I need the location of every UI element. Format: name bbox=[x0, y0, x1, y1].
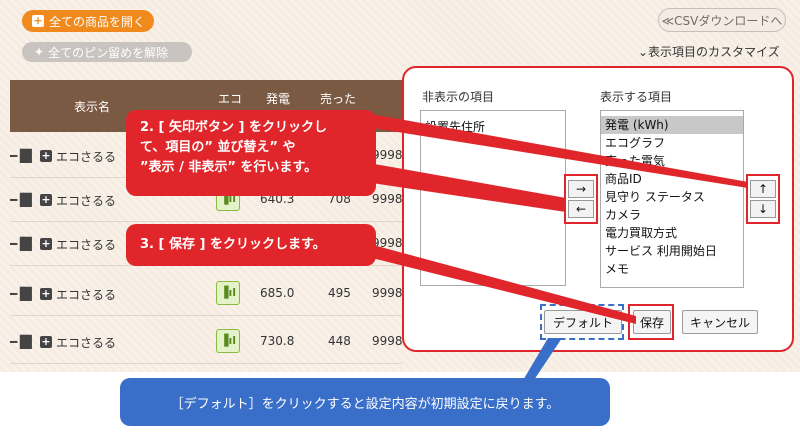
step2-callout: 2. [ 矢印ボタン ] をクリックし て、項目の” 並び替え” や ”表示 /… bbox=[126, 110, 376, 196]
step3-callout: 3. [ 保存 ] をクリックします。 bbox=[126, 224, 376, 266]
annotation-arrows bbox=[340, 112, 748, 386]
pointer-to-leftright bbox=[352, 160, 566, 212]
step2-line2: て、項目の” 並び替え” や bbox=[140, 140, 296, 155]
pointer-to-save bbox=[340, 236, 636, 324]
step2-line1: 2. [ 矢印ボタン ] をクリックし bbox=[140, 120, 327, 135]
default-note-text: ［デフォルト］をクリックすると設定内容が初期設定に戻ります。 bbox=[170, 396, 560, 412]
step3-text: 3. [ 保存 ] をクリックします。 bbox=[140, 237, 326, 252]
step2-line3: ”表示 / 非表示” を行います。 bbox=[140, 160, 318, 175]
default-note: ［デフォルト］をクリックすると設定内容が初期設定に戻ります。 bbox=[120, 378, 610, 426]
